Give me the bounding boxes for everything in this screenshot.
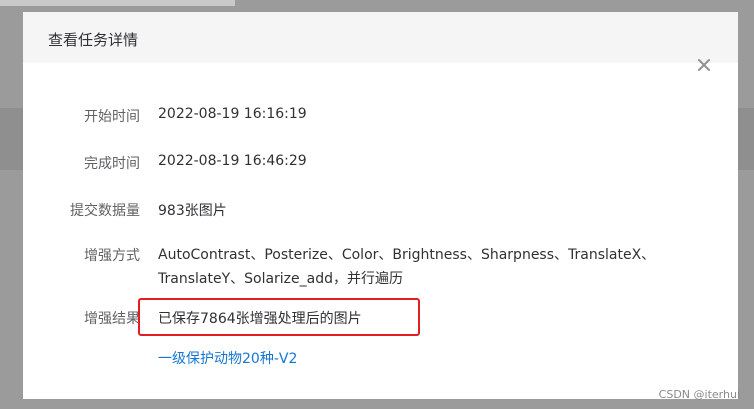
dialog-title: 查看任务详情 — [48, 31, 139, 49]
start-time-value: 2022-08-19 16:16:19 — [158, 106, 307, 122]
method-label: 增强方式 — [84, 248, 140, 264]
method-value: AutoContrast、Posterize、Color、Brightness、… — [158, 247, 656, 287]
finish-time-label: 完成时间 — [84, 156, 140, 172]
task-detail-dialog: 查看任务详情 开始时间 2022-08-19 16:16:19 完成时间 202… — [23, 12, 738, 399]
watermark: CSDN @iterhui — [658, 388, 740, 401]
result-label: 增强结果 — [84, 311, 140, 327]
highlight-annotation-box — [138, 298, 420, 336]
background-top-strip — [0, 0, 235, 6]
dialog-header: 查看任务详情 — [23, 12, 738, 63]
finish-time-value: 2022-08-19 16:46:29 — [158, 153, 307, 169]
submitted-label: 提交数据量 — [70, 203, 140, 219]
submitted-value: 983张图片 — [158, 203, 227, 219]
dataset-link[interactable]: 一级保护动物20种-V2 — [158, 348, 297, 368]
start-time-label: 开始时间 — [84, 109, 140, 125]
close-icon[interactable] — [693, 54, 715, 76]
